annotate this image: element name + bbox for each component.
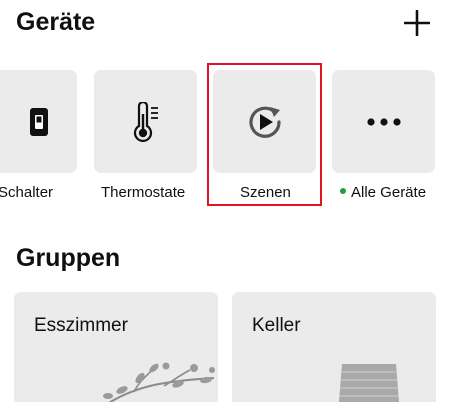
device-category-switches[interactable] (0, 70, 77, 173)
status-dot (340, 188, 346, 195)
switch-icon (29, 107, 48, 136)
devices-section-title: Geräte (16, 8, 96, 36)
plant-illustration (103, 362, 215, 402)
basement-stairs-illustration (338, 364, 400, 402)
group-card-esszimmer-name: Esszimmer (34, 315, 128, 336)
groups-section-title: Gruppen (16, 244, 121, 272)
group-card-keller[interactable]: Keller (232, 292, 436, 402)
plus-icon (404, 10, 430, 36)
device-category-thermostats[interactable] (94, 70, 197, 173)
device-category-scenes[interactable] (213, 70, 316, 173)
device-category-scenes-label: Szenen (240, 184, 291, 201)
smart-home-devices-screen: Geräte Schalter Thermostate Szenen Alle … (0, 0, 450, 402)
device-category-thermostats-label: Thermostate (101, 184, 186, 201)
group-card-esszimmer[interactable]: Esszimmer (14, 292, 218, 402)
thermometer-icon (133, 101, 158, 142)
device-category-switches-label: Schalter (0, 184, 54, 201)
device-category-all-devices-label: Alle Geräte (351, 184, 427, 201)
group-card-keller-name: Keller (252, 315, 301, 336)
add-device-button[interactable] (400, 6, 434, 40)
scene-play-icon (248, 106, 281, 138)
device-category-all-devices[interactable] (332, 70, 435, 173)
more-dots-icon (366, 117, 401, 126)
device-category-all-devices-label-row: Alle Geräte (340, 184, 426, 201)
